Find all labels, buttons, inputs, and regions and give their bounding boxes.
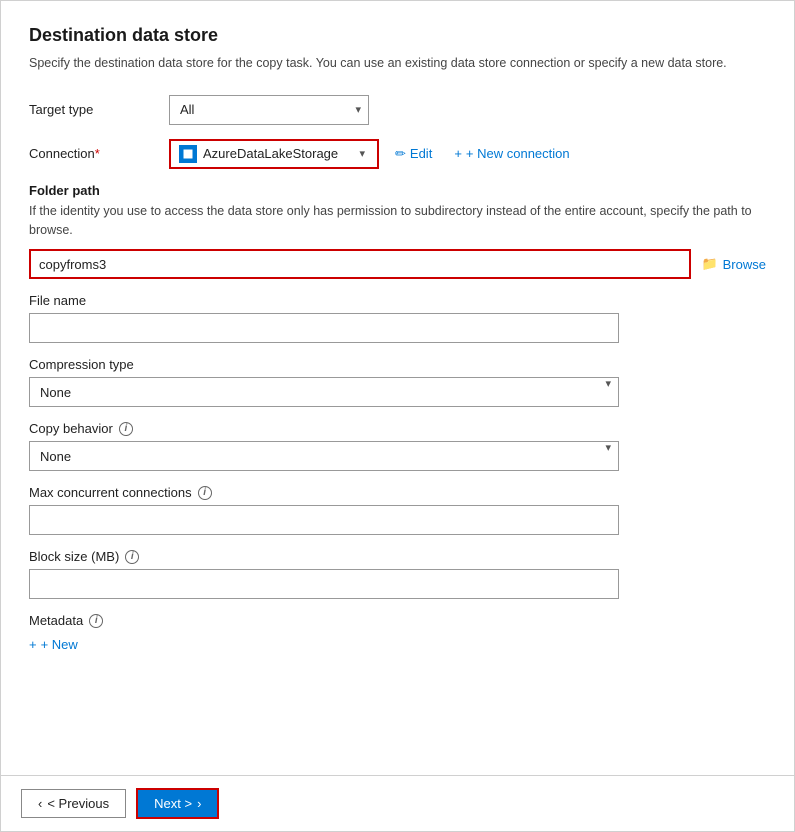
compression-type-label: Compression type — [29, 357, 766, 372]
browse-button[interactable]: 📁 Browse — [701, 256, 766, 272]
folder-path-input[interactable] — [29, 249, 691, 279]
folder-icon: 📁 — [701, 256, 717, 272]
footer: ‹ < Previous Next > › — [1, 775, 794, 831]
copy-behavior-info-icon: i — [119, 422, 133, 436]
page-subtitle: Specify the destination data store for t… — [29, 54, 766, 73]
max-concurrent-input[interactable] — [29, 505, 619, 535]
folder-path-title: Folder path — [29, 183, 766, 198]
connection-value: AzureDataLakeStorage — [203, 146, 349, 161]
connection-box: AzureDataLakeStorage ▾ — [169, 139, 379, 169]
connection-icon — [179, 145, 197, 163]
metadata-label: Metadata i — [29, 613, 766, 628]
new-metadata-button[interactable]: + + New — [29, 633, 78, 656]
edit-button[interactable]: ✏ Edit — [389, 142, 438, 166]
previous-button[interactable]: ‹ < Previous — [21, 789, 126, 818]
target-type-label: Target type — [29, 102, 169, 117]
block-size-input[interactable] — [29, 569, 619, 599]
prev-arrow-icon: ‹ — [38, 796, 42, 811]
max-concurrent-label: Max concurrent connections i — [29, 485, 766, 500]
next-arrow-icon: › — [197, 796, 201, 811]
copy-behavior-select[interactable]: None — [29, 441, 619, 471]
new-connection-button[interactable]: + + New connection — [448, 142, 575, 165]
next-button[interactable]: Next > › — [136, 788, 219, 819]
metadata-info-icon: i — [89, 614, 103, 628]
block-size-info-icon: i — [125, 550, 139, 564]
connection-label: Connection* — [29, 146, 169, 161]
connection-dropdown-btn[interactable]: ▾ — [355, 147, 369, 160]
copy-behavior-label: Copy behavior i — [29, 421, 766, 436]
edit-icon: ✏ — [395, 146, 406, 162]
file-name-label: File name — [29, 293, 766, 308]
folder-path-desc: If the identity you use to access the da… — [29, 202, 766, 240]
new-plus-icon: + — [29, 637, 37, 652]
file-name-input[interactable] — [29, 313, 619, 343]
plus-icon: + — [454, 146, 462, 161]
block-size-label: Block size (MB) i — [29, 549, 766, 564]
target-type-select[interactable]: All — [169, 95, 369, 125]
page-title: Destination data store — [29, 25, 766, 46]
max-concurrent-info-icon: i — [198, 486, 212, 500]
compression-type-select[interactable]: None — [29, 377, 619, 407]
